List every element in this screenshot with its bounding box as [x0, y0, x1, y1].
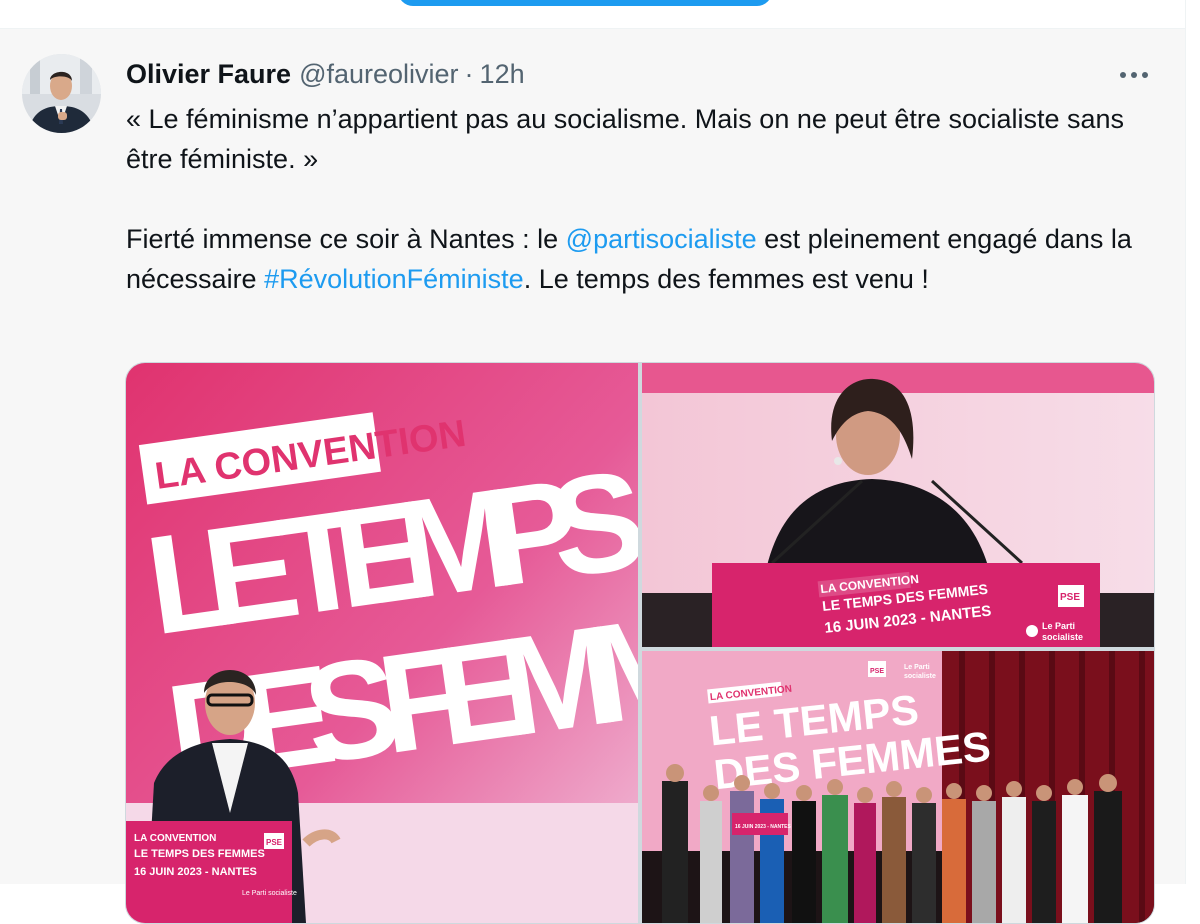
- podium-text: 16 JUIN 2023 - NANTES: [735, 824, 792, 830]
- media-grid: LA CONVENTION LE TEMPS DES FEMM LA CONVE…: [125, 362, 1155, 924]
- tweet[interactable]: Olivier Faure @faureolivier · 12h « Le f…: [0, 29, 1185, 924]
- timeline-top-bar: [0, 0, 1185, 29]
- hashtag-link[interactable]: #RévolutionFéministe: [264, 264, 524, 294]
- separator-dot: ·: [464, 59, 474, 89]
- podium-logo: PSE: [266, 838, 283, 847]
- photo-speaker-olivier[interactable]: LA CONVENTION LE TEMPS DES FEMM LA CONVE…: [126, 363, 638, 923]
- podium-text: 16 JUIN 2023 - NANTES: [134, 866, 257, 878]
- photo-group-stage[interactable]: LA CONVENTION LE TEMPS DES FEMMES PSE Le…: [642, 651, 1154, 923]
- screen-logo: PSE: [870, 668, 884, 675]
- timestamp[interactable]: 12h: [480, 59, 525, 90]
- author-handle[interactable]: @faureolivier: [299, 59, 458, 90]
- tweet-quote: « Le féminisme n’appartient pas au socia…: [126, 104, 1125, 174]
- author-name[interactable]: Olivier Faure: [126, 59, 291, 90]
- text-segment: Fierté immense ce soir à Nantes : le: [126, 224, 566, 254]
- text-segment: . Le temps des femmes est venu !: [523, 264, 929, 294]
- podium-logo: Le Parti: [1042, 621, 1075, 631]
- avatar[interactable]: [22, 54, 101, 133]
- mention-link[interactable]: @partisocialiste: [566, 224, 757, 254]
- podium-logo: socialiste: [1042, 632, 1083, 642]
- show-new-posts-button[interactable]: [398, 0, 772, 6]
- podium-logo: PSE: [1060, 592, 1080, 603]
- more-options-button[interactable]: [1112, 59, 1156, 91]
- tweet-paragraph: Fierté immense ce soir à Nantes : le @pa…: [126, 219, 1156, 299]
- podium-text: LA CONVENTION: [134, 833, 216, 844]
- more-horizontal-icon: [1120, 72, 1148, 78]
- podium-text: LE TEMPS DES FEMMES: [134, 848, 265, 860]
- right-gutter: [1186, 0, 1200, 884]
- tweet-text: « Le féminisme n’appartient pas au socia…: [126, 99, 1156, 299]
- screen-logo: Le Parti: [904, 664, 930, 671]
- avatar-photo: [22, 54, 101, 133]
- photo-speaker-woman[interactable]: LA CONVENTION LE TEMPS DES FEMMES 16 JUI…: [642, 363, 1154, 647]
- podium-logo: Le Parti socialiste: [242, 890, 297, 897]
- tweet-header: Olivier Faure @faureolivier · 12h: [126, 59, 525, 91]
- screen-logo: socialiste: [904, 673, 936, 680]
